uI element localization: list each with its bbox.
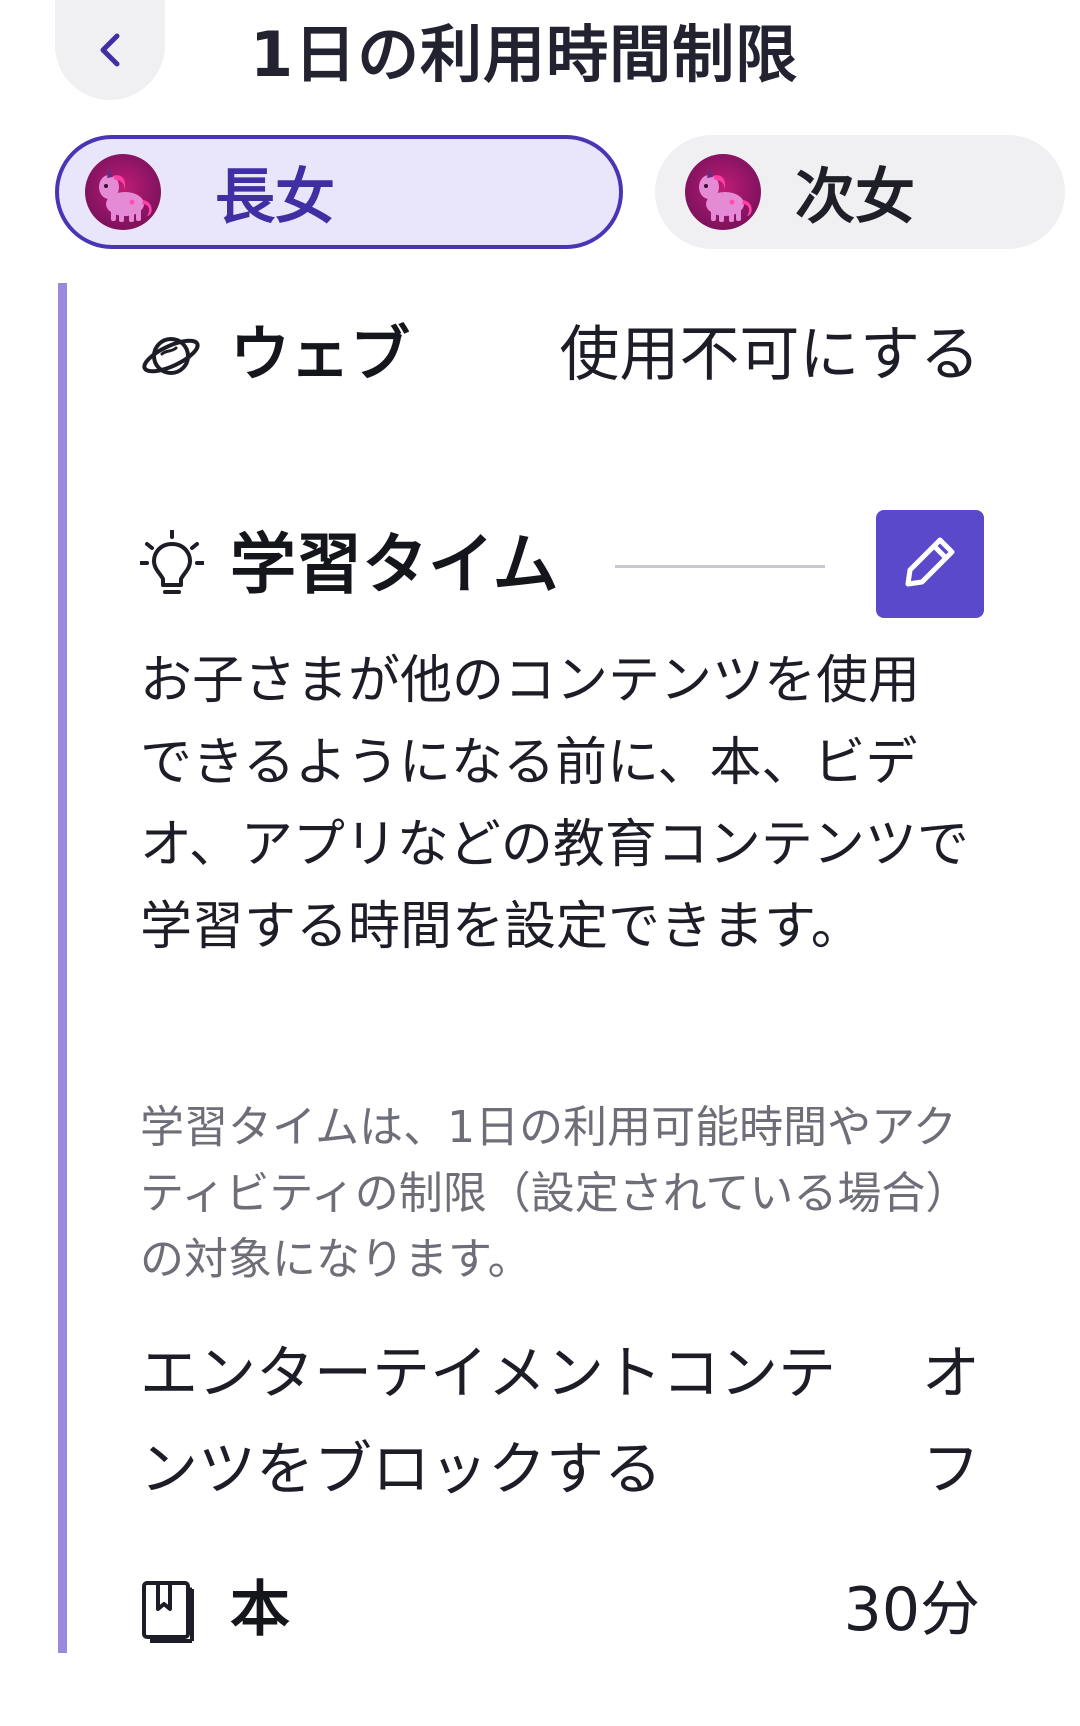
planet-icon (140, 325, 202, 387)
profile-tab-second-daughter[interactable]: 次女 (655, 135, 1065, 249)
web-value: 使用不可にする (559, 320, 980, 390)
block-entertainment-row[interactable]: エンターテイメントコンテンツをブロックする オフ (140, 1325, 980, 1525)
web-label: ウェブ (230, 320, 410, 390)
unicorn-avatar-icon (685, 154, 761, 230)
profile-tab-first-daughter[interactable]: 長女 (55, 135, 623, 249)
book-icon (140, 1579, 196, 1643)
page-title: 1日の利用時間制限 (250, 18, 799, 91)
pencil-icon (902, 534, 958, 594)
edit-learning-time-button[interactable] (876, 510, 984, 618)
books-row[interactable]: 本 30分 (140, 1565, 980, 1655)
learning-time-header: 学習タイム (139, 510, 984, 620)
learning-time-note: 学習タイムは、1日の利用可能時間やアクティビティの制限（設定されている場合）の対… (140, 1102, 970, 1285)
unicorn-avatar-icon (85, 154, 161, 230)
lightbulb-icon (139, 529, 205, 600)
section-rail (58, 283, 67, 1653)
profile-name: 次女 (795, 162, 915, 233)
profile-name: 長女 (215, 162, 335, 233)
books-value: 30分 (843, 1575, 980, 1645)
learning-time-description: お子さまが他のコンテンツを使用できるようになる前に、本、ビデオ、アプリなどの教育… (140, 651, 969, 957)
divider (615, 565, 825, 568)
books-label: 本 (230, 1575, 290, 1645)
chevron-left-icon (95, 30, 125, 70)
back-button[interactable] (55, 0, 165, 100)
block-entertainment-value: オフ (921, 1339, 980, 1503)
block-entertainment-label: エンターテイメントコンテンツをブロックする (140, 1339, 837, 1503)
learning-time-title: 学習タイム (230, 526, 559, 603)
web-setting-row[interactable]: ウェブ 使用不可にする (140, 315, 980, 395)
